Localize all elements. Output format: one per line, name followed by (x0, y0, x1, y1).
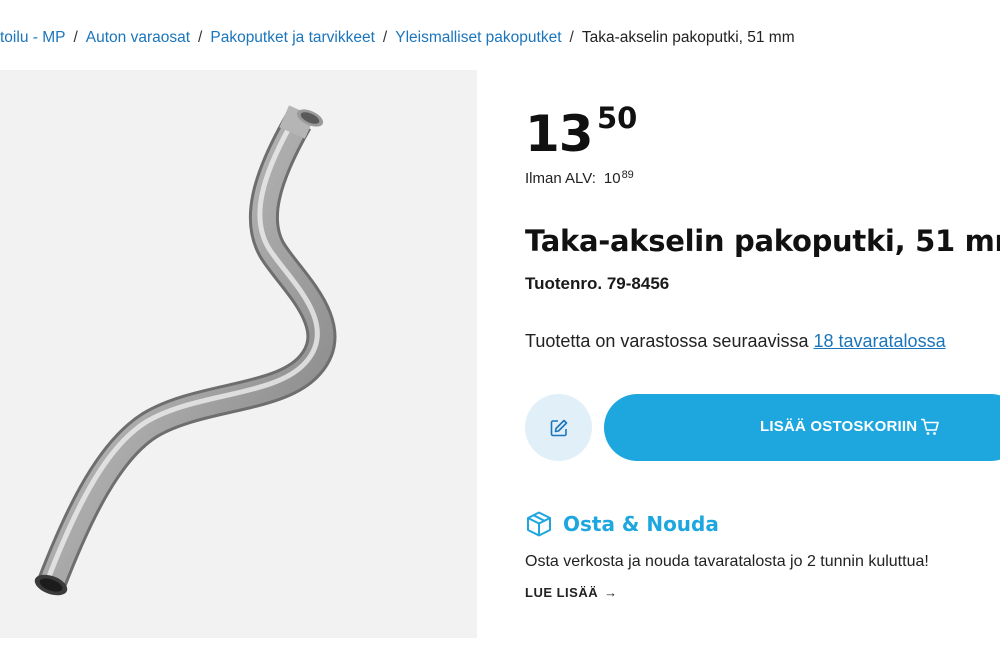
add-note-button[interactable] (525, 394, 592, 461)
price-integer: 13 (525, 105, 594, 163)
stock-text: Tuotetta on varastossa seuraavissa (525, 331, 809, 351)
breadcrumb-link-universal-pipes[interactable]: Yleismalliset pakoputket (395, 29, 561, 47)
breadcrumb: toilu - MP / Auton varaosat / Pakoputket… (0, 27, 795, 49)
breadcrumb-separator: / (569, 29, 574, 46)
package-box-icon (527, 511, 551, 537)
breadcrumb-separator: / (198, 29, 203, 46)
click-and-collect-heading: Osta & Nouda (525, 510, 719, 538)
read-more-link[interactable]: LUE LISÄÄ → (525, 585, 618, 600)
product-title: Taka-akselin pakoputki, 51 mm (525, 224, 1000, 258)
shopping-cart-icon (921, 418, 939, 435)
vat-price-integer: 10 (603, 170, 621, 187)
breadcrumb-separator: / (73, 29, 78, 46)
click-and-collect-text: Osta verkosta ja nouda tavaratalosta jo … (525, 553, 929, 570)
vat-label: Ilman ALV: (525, 170, 596, 187)
product-image[interactable] (0, 70, 477, 638)
stock-stores-link[interactable]: 18 tavaratalossa (814, 331, 946, 351)
read-more-label: LUE LISÄÄ (525, 585, 599, 600)
product-number: Tuotenro. 79-8456 (525, 274, 670, 293)
vat-price-decimals: 89 (621, 169, 634, 181)
breadcrumb-current: Taka-akselin pakoputki, 51 mm (581, 29, 795, 46)
arrow-right-icon: → (604, 585, 618, 600)
stock-availability: Tuotetta on varastossa seuraavissa 18 ta… (525, 331, 946, 352)
edit-note-icon (550, 419, 567, 436)
price-without-vat: Ilman ALV: 1089 (525, 169, 634, 187)
add-to-cart-button[interactable]: LISÄÄ OSTOSKORIIN (604, 394, 1000, 461)
add-to-cart-label: LISÄÄ OSTOSKORIIN (760, 418, 918, 435)
breadcrumb-link-car-parts[interactable]: Auton varaosat (86, 29, 190, 47)
exhaust-pipe-image (34, 105, 337, 596)
click-and-collect-title: Osta & Nouda (563, 512, 719, 536)
breadcrumb-link-exhaust-pipes[interactable]: Pakoputket ja tarvikkeet (210, 29, 375, 47)
price-decimals: 50 (597, 101, 638, 135)
breadcrumb-separator: / (382, 29, 388, 46)
breadcrumb-link-category[interactable]: toilu - MP (0, 29, 65, 47)
